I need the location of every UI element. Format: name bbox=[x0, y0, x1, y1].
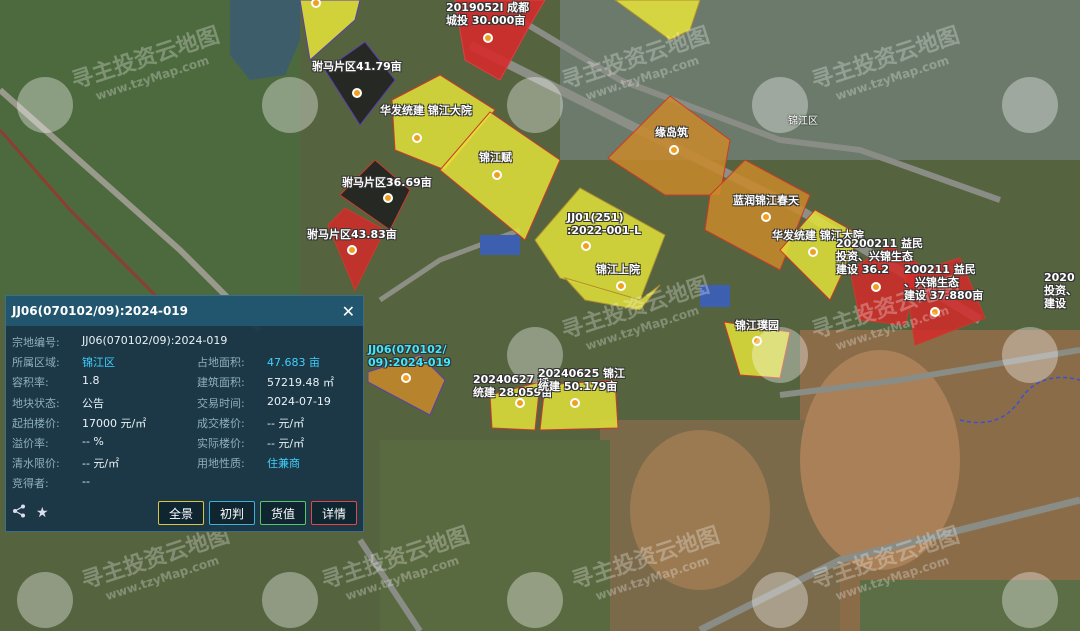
parcel-label[interactable]: 驸马片区36.69亩 bbox=[342, 176, 432, 189]
field-label: 交易时间: bbox=[197, 396, 245, 410]
watermark-logo-icon bbox=[752, 327, 808, 383]
parcel-label[interactable]: 华发统建 锦江大院 bbox=[380, 104, 472, 117]
field-label: 实际楼价: bbox=[197, 437, 245, 451]
marker bbox=[515, 398, 525, 408]
share-icon[interactable] bbox=[12, 504, 26, 522]
marker bbox=[401, 373, 411, 383]
parcel-label[interactable]: 锦江璞园 bbox=[735, 319, 779, 332]
info-row: 清水限价: -- 元/㎡ 用地性质: 住兼商 bbox=[12, 453, 357, 473]
popup-footer: ★ 全景 初判 货值 详情 bbox=[6, 495, 363, 531]
popup-title: JJ06(070102/09):2024-019 bbox=[12, 304, 189, 318]
parcel-label[interactable]: JJ01(251) :2022-001-L bbox=[567, 211, 641, 237]
popup-info-rows: 宗地编号: JJ06(070102/09):2024-019 所属区域: 锦江区 占… bbox=[6, 326, 363, 494]
watermark-logo-icon bbox=[752, 572, 808, 628]
field-value: 47.683 亩 bbox=[267, 356, 320, 370]
info-row: 宗地编号: JJ06(070102/09):2024-019 bbox=[12, 332, 357, 352]
info-row: 竞得者: -- bbox=[12, 473, 357, 493]
field-value: 57219.48 ㎡ bbox=[267, 376, 334, 390]
field-label: 占地面积: bbox=[197, 356, 245, 370]
field-label: 溢价率: bbox=[12, 437, 49, 451]
marker bbox=[492, 170, 502, 180]
watermark-logo-icon bbox=[262, 572, 318, 628]
watermark-logo-icon bbox=[262, 77, 318, 133]
parcel-label[interactable]: 200211 益民 、兴锦生态 建设 37.880亩 bbox=[904, 263, 983, 302]
field-value: 住兼商 bbox=[267, 457, 300, 471]
close-icon[interactable]: ✕ bbox=[342, 302, 355, 321]
field-value: -- 元/㎡ bbox=[267, 437, 305, 451]
field-label: 容积率: bbox=[12, 376, 49, 390]
marker bbox=[311, 0, 321, 8]
parcel-label[interactable]: 20240625 锦江 统建 50.179亩 bbox=[538, 367, 625, 393]
goods-value-button[interactable]: 货值 bbox=[259, 501, 306, 525]
marker bbox=[483, 33, 493, 43]
info-row: 容积率: 1.8 建筑面积: 57219.48 ㎡ bbox=[12, 372, 357, 392]
field-label: 清水限价: bbox=[12, 457, 60, 471]
marker bbox=[761, 212, 771, 222]
watermark-logo-icon bbox=[507, 77, 563, 133]
field-label: 竞得者: bbox=[12, 477, 49, 491]
marker bbox=[669, 145, 679, 155]
field-label: 起拍楼价: bbox=[12, 416, 60, 430]
marker bbox=[412, 133, 422, 143]
info-row: 溢价率: -- % 实际楼价: -- 元/㎡ bbox=[12, 433, 357, 453]
parcel-label[interactable]: 2020 投资、 建设 bbox=[1044, 271, 1077, 310]
field-value: 锦江区 bbox=[82, 356, 115, 370]
field-label: 地块状态: bbox=[12, 396, 60, 410]
parcel-label[interactable]: 锦江赋 bbox=[479, 151, 512, 164]
field-value: JJ06(070102/09):2024-019 bbox=[82, 334, 228, 348]
marker bbox=[616, 281, 626, 291]
marker bbox=[871, 282, 881, 292]
field-label: 宗地编号: bbox=[12, 336, 60, 350]
initial-assessment-button[interactable]: 初判 bbox=[208, 501, 255, 525]
marker bbox=[808, 247, 818, 257]
field-value: -- % bbox=[82, 435, 104, 449]
popup-header: JJ06(070102/09):2024-019 ✕ bbox=[6, 296, 363, 326]
watermark-logo-icon bbox=[17, 572, 73, 628]
marker bbox=[352, 88, 362, 98]
marker bbox=[347, 245, 357, 255]
field-label: 建筑面积: bbox=[197, 376, 245, 390]
parcel-label[interactable]: 驸马片区41.79亩 bbox=[312, 60, 402, 73]
parcel-label[interactable]: 蓝润锦江春天 bbox=[733, 194, 799, 207]
watermark-logo-icon bbox=[507, 572, 563, 628]
field-value: 17000 元/㎡ bbox=[82, 416, 147, 430]
district-label: 锦江区 bbox=[788, 116, 818, 127]
field-value: -- bbox=[82, 475, 90, 489]
field-value: -- 元/㎡ bbox=[267, 416, 305, 430]
info-row: 起拍楼价: 17000 元/㎡ 成交楼价: -- 元/㎡ bbox=[12, 413, 357, 433]
field-label: 所属区域: bbox=[12, 356, 60, 370]
field-value: 公告 bbox=[82, 396, 104, 410]
marker bbox=[570, 398, 580, 408]
watermark-logo-icon bbox=[1002, 572, 1058, 628]
info-row: 地块状态: 公告 交易时间: 2024-07-19 bbox=[12, 393, 357, 413]
parcel-label-selected[interactable]: JJ06(070102/ 09):2024-019 bbox=[368, 343, 451, 369]
marker bbox=[581, 241, 591, 251]
star-icon[interactable]: ★ bbox=[36, 505, 49, 521]
parcel-label[interactable]: 锦江上院 bbox=[596, 263, 640, 276]
panorama-button[interactable]: 全景 bbox=[157, 501, 204, 525]
field-value: -- 元/㎡ bbox=[82, 457, 120, 471]
parcel-info-popup: JJ06(070102/09):2024-019 ✕ 宗地编号: JJ06(070… bbox=[5, 295, 364, 532]
field-label: 成交楼价: bbox=[197, 416, 245, 430]
field-value: 2024-07-19 bbox=[267, 394, 331, 408]
watermark-logo-icon bbox=[1002, 77, 1058, 133]
parcel-label[interactable]: 缘岛筑 bbox=[655, 126, 688, 139]
info-row: 所属区域: 锦江区 占地面积: 47.683 亩 bbox=[12, 352, 357, 372]
marker bbox=[383, 193, 393, 203]
field-value: 1.8 bbox=[82, 374, 100, 388]
details-button[interactable]: 详情 bbox=[310, 501, 357, 525]
watermark-logo-icon bbox=[17, 77, 73, 133]
watermark-logo-icon bbox=[1002, 327, 1058, 383]
field-label: 用地性质: bbox=[197, 457, 245, 471]
parcel-label[interactable]: 2019052l 成都 城投 30.000亩 bbox=[446, 1, 529, 27]
parcel-label[interactable]: 驸马片区43.83亩 bbox=[307, 228, 397, 241]
